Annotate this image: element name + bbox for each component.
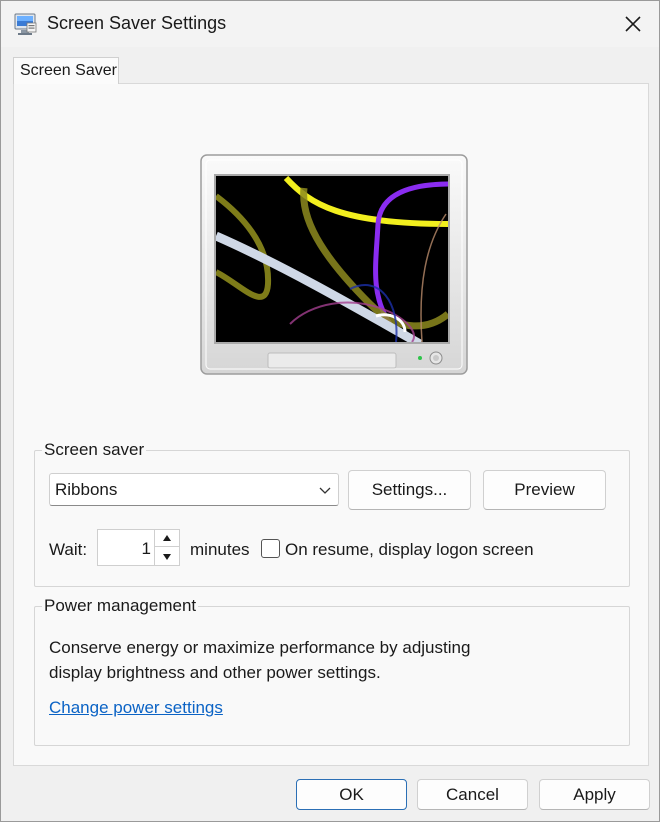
minutes-label: minutes <box>190 540 250 559</box>
power-management-group-label: Power management <box>42 596 199 616</box>
screensaver-dropdown-value: Ribbons <box>55 480 118 499</box>
close-icon <box>625 16 641 32</box>
resume-logon-label[interactable]: On resume, display logon screen <box>285 540 534 560</box>
stepper-up-button[interactable] <box>155 530 179 547</box>
caret-down-icon <box>163 553 171 560</box>
screensaver-preview-monitor <box>200 154 468 376</box>
power-description-line-1: Conserve energy or maximize performance … <box>49 638 471 657</box>
ok-button[interactable]: OK <box>296 779 407 810</box>
chevron-down-icon <box>319 487 331 494</box>
screensaver-dropdown[interactable]: Ribbons <box>49 473 339 506</box>
tab-screen-saver[interactable]: Screen Saver <box>13 57 119 84</box>
wait-label: Wait: <box>49 540 88 559</box>
stepper-down-button[interactable] <box>155 548 179 565</box>
change-power-settings-link[interactable]: Change power settings <box>49 698 223 718</box>
screen-saver-group: Screen saver Ribbons Settings... Preview… <box>34 440 630 587</box>
monitor-preview-graphic <box>200 154 468 375</box>
display-settings-icon <box>14 13 37 35</box>
window-title: Screen Saver Settings <box>47 13 227 33</box>
settings-button[interactable]: Settings... <box>348 470 471 510</box>
title-bar: Screen Saver Settings <box>1 1 659 47</box>
resume-logon-checkbox[interactable] <box>261 539 280 558</box>
power-description: Conserve energy or maximize performance … <box>49 635 609 685</box>
tab-panel-screen-saver: Screen saver Ribbons Settings... Preview… <box>13 83 649 766</box>
screen-saver-settings-dialog: Screen Saver Settings Screen Saver Scree… <box>0 0 660 822</box>
wait-minutes-stepper <box>154 529 180 566</box>
power-management-group: Power management Conserve energy or maxi… <box>34 596 630 746</box>
power-description-line-2: display brightness and other power setti… <box>49 663 381 682</box>
cancel-button[interactable]: Cancel <box>417 779 528 810</box>
close-button[interactable] <box>613 7 653 41</box>
wait-minutes-input[interactable]: 1 <box>97 529 155 566</box>
caret-up-icon <box>163 535 171 541</box>
preview-button[interactable]: Preview <box>483 470 606 510</box>
apply-button[interactable]: Apply <box>539 779 650 810</box>
screen-saver-group-label: Screen saver <box>42 440 147 460</box>
